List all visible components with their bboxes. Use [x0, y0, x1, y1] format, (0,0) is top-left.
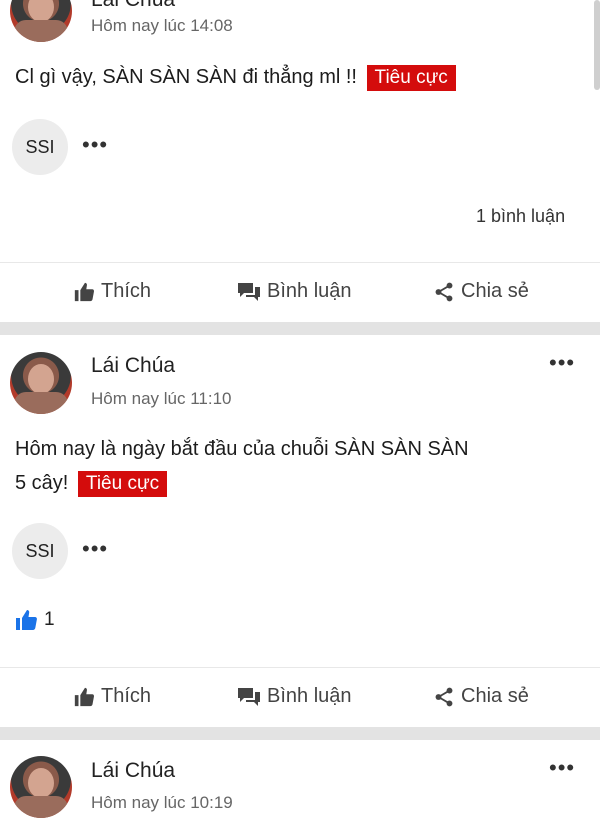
- post-body-line-2: 5 cây! Tiêu cực: [15, 466, 590, 500]
- share-icon: [435, 687, 453, 706]
- share-icon: [435, 282, 453, 301]
- stock-chip-ssi[interactable]: SSI: [12, 119, 68, 175]
- more-options-icon[interactable]: •••: [549, 350, 575, 376]
- stock-chip-ssi[interactable]: SSI: [12, 523, 68, 579]
- author-avatar[interactable]: [10, 0, 72, 42]
- more-tags-button[interactable]: •••: [82, 132, 108, 158]
- author-name[interactable]: Lái Chúa: [91, 759, 175, 783]
- like-button[interactable]: Thích: [73, 685, 151, 708]
- sentiment-badge: Tiêu cực: [366, 65, 456, 91]
- like-label: Thích: [101, 685, 152, 707]
- post-body-line-1: Hôm nay là ngày bắt đầu của chuỗi SÀN SÀ…: [15, 438, 469, 460]
- post-body: Cl gì vậy, SÀN SÀN SÀN đi thẳng ml !!: [15, 66, 357, 88]
- share-button[interactable]: Chia sẻ: [433, 280, 529, 303]
- reaction-count[interactable]: 1: [14, 608, 55, 632]
- like-count-value: 1: [44, 609, 55, 630]
- comment-label: Bình luận: [267, 280, 352, 302]
- comment-count[interactable]: 1 bình luận: [476, 206, 565, 227]
- post-text: Hôm nay là ngày bắt đầu của chuỗi SÀN SÀ…: [15, 432, 590, 500]
- more-tags-button[interactable]: •••: [82, 536, 108, 562]
- author-avatar[interactable]: [10, 352, 72, 414]
- thumbs-up-icon: [74, 282, 95, 301]
- comment-button[interactable]: Bình luận: [237, 685, 352, 708]
- post-separator: [0, 727, 600, 740]
- post-text: Cl gì vậy, SÀN SÀN SÀN đi thẳng ml !! Ti…: [15, 60, 575, 94]
- comment-label: Bình luận: [267, 685, 352, 707]
- post-time: Hôm nay lúc 10:19: [91, 793, 233, 812]
- scrollbar[interactable]: [594, 0, 600, 90]
- comment-button[interactable]: Bình luận: [237, 280, 352, 303]
- share-label: Chia sẻ: [461, 685, 529, 707]
- post-time: Hôm nay lúc 11:10: [91, 389, 232, 408]
- author-name[interactable]: Lái Chúa: [91, 354, 175, 378]
- more-options-icon[interactable]: •••: [549, 755, 575, 781]
- post-separator: [0, 322, 600, 335]
- share-button[interactable]: Chia sẻ: [433, 685, 529, 708]
- post-time: Hôm nay lúc 14:08: [91, 16, 233, 35]
- divider: [0, 262, 600, 263]
- divider: [0, 667, 600, 668]
- chat-bubbles-icon: [238, 282, 260, 301]
- share-label: Chia sẻ: [461, 280, 529, 302]
- author-name[interactable]: Lái Chúa: [91, 0, 175, 12]
- chat-bubbles-icon: [238, 687, 260, 706]
- author-avatar[interactable]: [10, 756, 72, 818]
- like-label: Thích: [101, 280, 152, 302]
- thumbs-up-icon: [74, 687, 95, 706]
- like-button[interactable]: Thích: [73, 280, 151, 303]
- sentiment-badge: Tiêu cực: [77, 471, 168, 497]
- thumbs-up-icon: [16, 610, 37, 630]
- post-body: 5 cây!: [15, 472, 69, 494]
